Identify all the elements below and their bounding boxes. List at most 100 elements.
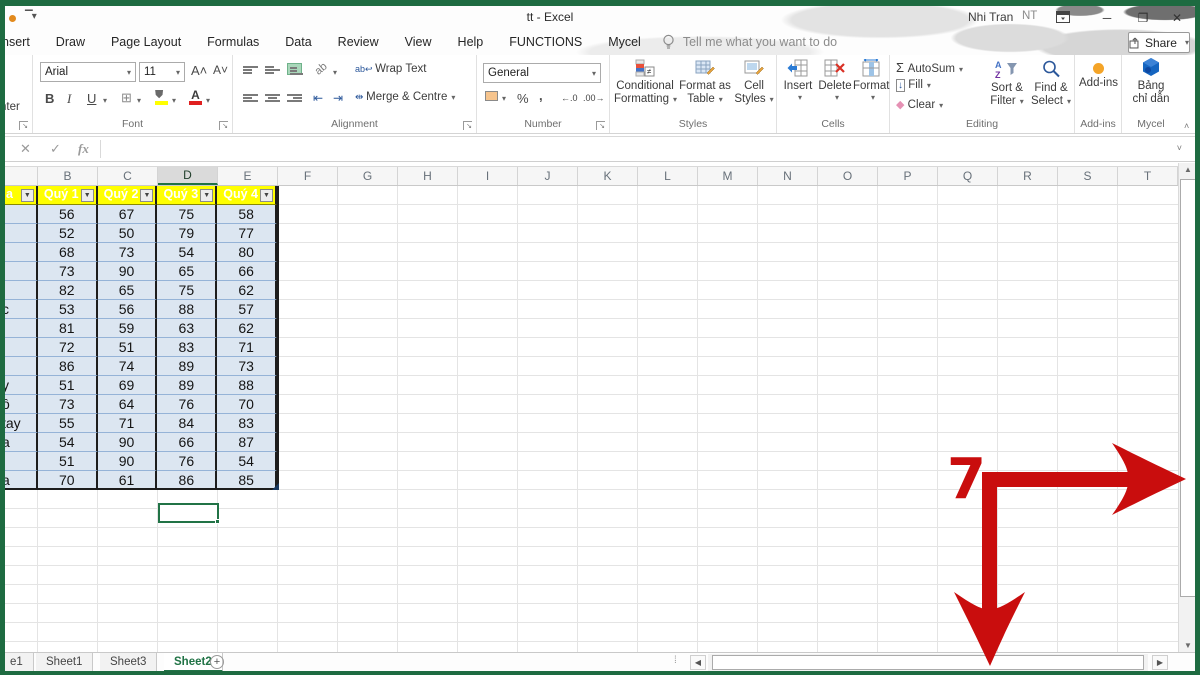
table-cell[interactable]: 73 xyxy=(217,357,277,376)
table-cell[interactable]: 75 xyxy=(157,205,217,224)
table-cell[interactable]: 57 xyxy=(217,300,277,319)
table-cell-col-a[interactable] xyxy=(0,205,38,224)
scroll-down-icon[interactable]: ▼ xyxy=(1180,641,1196,650)
column-header-H[interactable]: H xyxy=(398,167,458,185)
worksheet-grid[interactable]: a▼Quý 1▼Quý 2▼Quý 3▼Quý 4▼56677558525079… xyxy=(0,186,1178,652)
clipboard-dialog-launcher-icon[interactable]: ↘ xyxy=(19,121,28,130)
borders-button[interactable]: ⊞ xyxy=(121,90,132,106)
wrap-text-button[interactable]: ab↩ Wrap Text xyxy=(355,63,426,75)
table-cell[interactable]: 51 xyxy=(98,338,158,357)
table-cell[interactable]: 67 xyxy=(98,205,158,224)
decrease-decimal-button[interactable]: .00→ xyxy=(583,93,605,103)
table-cell-col-a[interactable] xyxy=(0,243,38,262)
fill-color-button[interactable]: ⛊ xyxy=(155,89,168,105)
font-color-button[interactable]: A xyxy=(189,88,202,105)
fill-handle[interactable] xyxy=(215,519,220,524)
column-header-I[interactable]: I xyxy=(458,167,518,185)
table-cell[interactable]: 59 xyxy=(98,319,158,338)
table-cell[interactable]: 64 xyxy=(98,395,158,414)
table-cell[interactable]: 87 xyxy=(217,433,277,452)
table-cell[interactable]: 55 xyxy=(38,414,98,433)
ribbon-display-options-icon[interactable] xyxy=(1048,9,1078,29)
vertical-scroll-thumb[interactable] xyxy=(1180,179,1196,597)
table-cell-col-a[interactable] xyxy=(0,338,38,357)
filter-dropdown-icon[interactable]: ▼ xyxy=(200,189,213,202)
table-cell-col-a[interactable]: i xyxy=(0,262,38,281)
ribbon-tab-functions[interactable]: FUNCTIONS xyxy=(496,35,595,49)
table-cell[interactable]: 54 xyxy=(38,433,98,452)
table-cell[interactable]: 62 xyxy=(217,319,277,338)
number-format-combo[interactable]: General▾ xyxy=(483,63,601,83)
column-header-E[interactable]: E xyxy=(218,167,278,185)
tell-me-box[interactable]: Tell me what you want to do xyxy=(662,34,837,51)
table-cell[interactable]: 73 xyxy=(38,395,98,414)
italic-button[interactable]: I xyxy=(67,91,71,107)
underline-chevron-icon[interactable]: ▾ xyxy=(103,96,107,105)
font-name-combo[interactable]: Arial▾ xyxy=(40,62,136,82)
enter-icon[interactable]: ✓ xyxy=(50,141,61,157)
column-header-a-partial[interactable] xyxy=(0,167,38,185)
table-cell-col-a[interactable]: i xyxy=(0,452,38,471)
filter-dropdown-icon[interactable]: ▼ xyxy=(140,189,153,202)
accounting-format-button[interactable]: ▾ xyxy=(485,91,506,104)
orientation-chevron-icon[interactable]: ▾ xyxy=(333,68,337,77)
table-cell[interactable]: 54 xyxy=(157,243,217,262)
close-button[interactable]: ✕ xyxy=(1162,8,1192,28)
font-dialog-launcher-icon[interactable]: ↘ xyxy=(219,121,228,130)
minimize-button[interactable]: ─ xyxy=(1092,8,1122,28)
table-header-quý-1[interactable]: Quý 1▼ xyxy=(38,186,98,205)
table-cell[interactable]: 65 xyxy=(157,262,217,281)
format-as-table-button[interactable]: Format as Table▾ xyxy=(678,59,732,106)
table-cell[interactable]: 83 xyxy=(157,338,217,357)
ribbon-tab-nsert[interactable]: nsert xyxy=(0,35,43,49)
font-color-chevron-icon[interactable]: ▾ xyxy=(206,96,210,105)
column-header-R[interactable]: R xyxy=(998,167,1058,185)
table-cell-col-a[interactable]: y xyxy=(0,376,38,395)
table-cell-col-a[interactable] xyxy=(0,281,38,300)
table-cell[interactable]: 73 xyxy=(38,262,98,281)
table-cell[interactable]: 90 xyxy=(98,433,158,452)
ribbon-tab-review[interactable]: Review xyxy=(325,35,392,49)
column-header-O[interactable]: O xyxy=(818,167,878,185)
column-header-P[interactable]: P xyxy=(878,167,938,185)
top-align-button[interactable] xyxy=(243,65,258,77)
ribbon-tab-page-layout[interactable]: Page Layout xyxy=(98,35,194,49)
table-cell[interactable]: 86 xyxy=(157,471,217,490)
table-cell[interactable]: 52 xyxy=(38,224,98,243)
table-cell[interactable]: 77 xyxy=(217,224,277,243)
comma-style-button[interactable]: , xyxy=(539,88,543,103)
table-cell-col-a[interactable]: a xyxy=(0,471,38,490)
table-cell-col-a[interactable]: c xyxy=(0,300,38,319)
table-cell-col-a[interactable]: ồ xyxy=(0,395,38,414)
shrink-font-button[interactable]: A˅ xyxy=(213,63,228,77)
column-header-C[interactable]: C xyxy=(98,167,158,185)
table-cell[interactable]: 62 xyxy=(217,281,277,300)
table-header-col-a[interactable]: a▼ xyxy=(0,186,38,205)
table-cell[interactable]: 79 xyxy=(157,224,217,243)
formula-input[interactable] xyxy=(104,137,1172,161)
table-cell-col-a[interactable] xyxy=(0,224,38,243)
table-cell[interactable]: 81 xyxy=(38,319,98,338)
table-cell[interactable]: 84 xyxy=(157,414,217,433)
table-cell[interactable]: 70 xyxy=(217,395,277,414)
table-cell[interactable]: 56 xyxy=(98,300,158,319)
active-cell[interactable] xyxy=(158,503,219,523)
table-header-quý-4[interactable]: Quý 4▼ xyxy=(217,186,277,205)
table-cell[interactable]: 82 xyxy=(38,281,98,300)
column-header-L[interactable]: L xyxy=(638,167,698,185)
borders-chevron-icon[interactable]: ▾ xyxy=(137,96,141,105)
column-header-M[interactable]: M xyxy=(698,167,758,185)
table-cell[interactable]: 90 xyxy=(98,452,158,471)
new-sheet-button[interactable]: + xyxy=(210,655,224,669)
mycel-guide-button[interactable]: Bảng chỉ dẫn xyxy=(1122,57,1180,106)
ribbon-tab-data[interactable]: Data xyxy=(272,35,324,49)
insert-cells-button[interactable]: Insert ▾ xyxy=(781,59,815,102)
fill-color-chevron-icon[interactable]: ▾ xyxy=(172,96,176,105)
table-cell[interactable]: 89 xyxy=(157,376,217,395)
sort-filter-button[interactable]: AZ Sort & Filter▾ xyxy=(986,59,1028,108)
table-cell[interactable]: 83 xyxy=(217,414,277,433)
align-center-button[interactable] xyxy=(265,93,280,105)
bottom-align-button[interactable] xyxy=(287,63,302,75)
alignment-dialog-launcher-icon[interactable]: ↘ xyxy=(463,121,472,130)
ribbon-tab-mycel[interactable]: Mycel xyxy=(595,35,654,49)
